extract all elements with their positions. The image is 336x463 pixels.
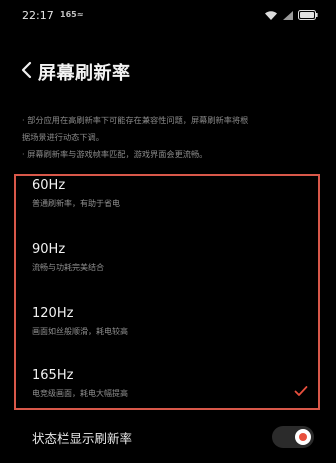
info-notes: · 部分应用在高刷新率下可能存在兼容性问题，屏幕刷新率将根 据场景进行动态下调。… bbox=[22, 112, 322, 163]
option-label: 165Hz bbox=[32, 368, 74, 383]
note-line: · 屏幕刷新率与游戏帧率匹配，游戏界面会更流畅。 bbox=[22, 149, 208, 159]
toggle-dot bbox=[299, 433, 307, 441]
option-description: 普通刷新率，有助于省电 bbox=[32, 199, 120, 208]
note-line: 据场景进行动态下调。 bbox=[22, 132, 104, 142]
option-description: 流畅与功耗完美结合 bbox=[32, 263, 104, 272]
statusbar-refresh-setting[interactable]: 状态栏显示刷新率 bbox=[0, 418, 336, 456]
chevron-left-icon[interactable] bbox=[18, 58, 36, 82]
statusbar-refresh-toggle[interactable] bbox=[272, 426, 314, 448]
battery-icon bbox=[298, 10, 318, 20]
note-line: · 部分应用在高刷新率下可能存在兼容性问题，屏幕刷新率将根 bbox=[22, 115, 249, 125]
status-icons bbox=[264, 8, 318, 22]
page-header: 屏幕刷新率 bbox=[0, 52, 336, 88]
option-90hz[interactable]: 90Hz 流畅与功耗完美结合 bbox=[32, 242, 322, 286]
option-165hz[interactable]: 165Hz 电竞级画面，耗电大幅提高 bbox=[32, 368, 322, 412]
statusbar-refresh-label: 状态栏显示刷新率 bbox=[32, 431, 133, 446]
option-description: 画面如丝般顺滑，耗电较高 bbox=[32, 327, 128, 336]
toggle-knob bbox=[295, 429, 311, 445]
check-icon bbox=[294, 382, 308, 396]
option-60hz[interactable]: 60Hz 普通刷新率，有助于省电 bbox=[32, 178, 322, 222]
signal-icon bbox=[282, 10, 294, 21]
status-time: 22:17 bbox=[22, 9, 54, 22]
option-label: 90Hz bbox=[32, 242, 66, 257]
refresh-rate-options: 60Hz 普通刷新率，有助于省电 90Hz 流畅与功耗完美结合 120Hz 画面… bbox=[14, 174, 320, 410]
option-label: 120Hz bbox=[32, 306, 74, 321]
page-title: 屏幕刷新率 bbox=[38, 63, 131, 84]
status-bar: 22:17 165≈ bbox=[0, 0, 336, 34]
option-120hz[interactable]: 120Hz 画面如丝般顺滑，耗电较高 bbox=[32, 306, 322, 350]
status-refresh-indicator: 165≈ bbox=[60, 10, 84, 19]
wifi-icon bbox=[264, 10, 278, 21]
option-description: 电竞级画面，耗电大幅提高 bbox=[32, 389, 128, 398]
option-label: 60Hz bbox=[32, 178, 66, 193]
